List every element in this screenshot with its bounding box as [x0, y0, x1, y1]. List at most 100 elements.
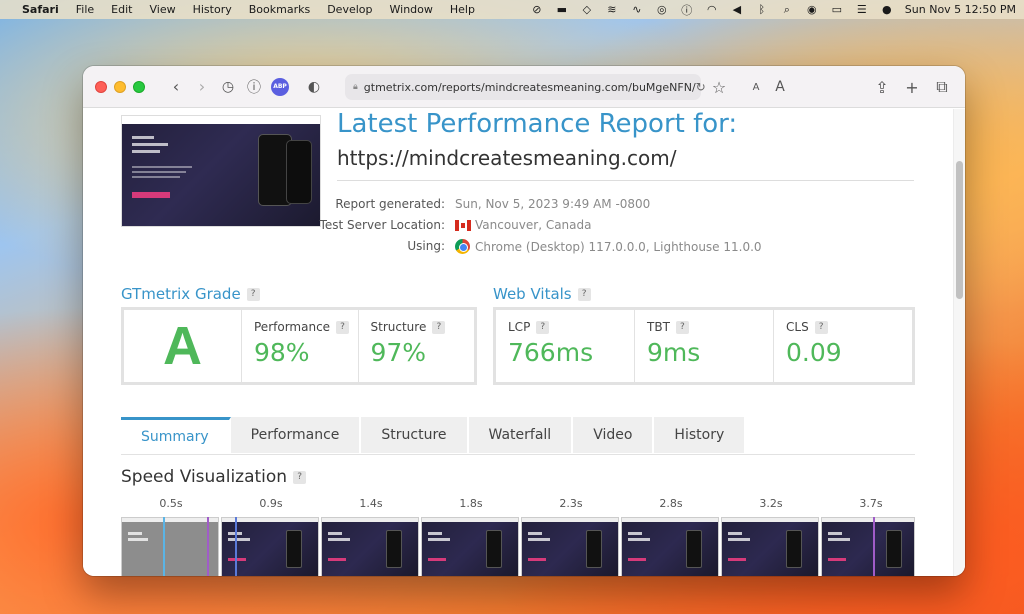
forward-icon[interactable]: › [189, 74, 215, 100]
web-vitals-panel: LCP? 766ms TBT? 9ms CLS? 0.09 [493, 307, 915, 385]
tab-overview-icon[interactable]: ⧉ [929, 74, 955, 100]
increase-font-button[interactable]: A [767, 74, 793, 100]
bookmark-star-icon[interactable]: ☆ [706, 74, 732, 100]
tab-history[interactable]: History [654, 417, 747, 453]
share-icon[interactable]: ⇪ [869, 74, 895, 100]
page-content[interactable]: Latest Performance Report for: https://m… [83, 109, 965, 576]
tab-waterfall[interactable]: Waterfall [468, 417, 574, 453]
menu-clock[interactable]: Sun Nov 5 12:50 PM [905, 3, 1016, 16]
tab-performance[interactable]: Performance [230, 417, 362, 453]
filmstrip-frame[interactable] [421, 517, 519, 576]
volume-icon[interactable]: ◀ [730, 3, 744, 16]
gtmetrix-grade-panel: A Performance? 98% Structure? 97% [121, 307, 477, 385]
web-vitals-title: Web Vitals [493, 285, 572, 303]
timeline-tick: 3.7s [859, 497, 883, 510]
timeline-tick: 1.8s [459, 497, 483, 510]
help-icon[interactable]: ? [577, 287, 591, 301]
privacy-shield-icon[interactable]: ◐ [301, 74, 327, 100]
help-icon[interactable]: ? [336, 320, 350, 334]
address-bar[interactable]: 🔒︎ gtmetrix.com/reports/mindcreatesmeani… [345, 74, 706, 100]
timeline-tick: 2.3s [559, 497, 583, 510]
menu-history[interactable]: History [193, 3, 232, 16]
filmstrip-frame[interactable] [821, 517, 915, 576]
history-clock-icon[interactable]: ◷ [215, 74, 241, 100]
user-icon[interactable]: ◉ [805, 3, 819, 16]
menu-bar: Safari File Edit View History Bookmarks … [0, 0, 1024, 19]
spotlight-search-icon[interactable]: ⌕ [780, 3, 794, 17]
performance-value: 98% [254, 338, 310, 367]
help-icon[interactable]: ? [675, 320, 689, 334]
report-generated-label: Report generated: [335, 197, 445, 211]
help-icon[interactable]: ? [246, 287, 260, 301]
adblock-extension-button[interactable]: ABP [267, 74, 293, 100]
cls-value: 0.09 [786, 338, 842, 367]
grade-letter: A [124, 310, 242, 382]
adblock-icon: ABP [271, 77, 289, 96]
scrollbar-thumb[interactable] [956, 161, 963, 299]
new-tab-icon[interactable]: + [899, 74, 925, 100]
gesture-status-icon[interactable]: ∿ [630, 3, 644, 16]
menu-file[interactable]: File [76, 3, 94, 16]
divider [337, 180, 914, 181]
bluetooth-icon[interactable]: ᛒ [755, 3, 769, 16]
decrease-font-button[interactable]: A [743, 74, 769, 100]
control-center-icon[interactable]: ☰ [855, 3, 869, 16]
window-controls [95, 80, 145, 93]
filmstrip-frame[interactable] [321, 517, 419, 576]
toolbar-right-actions: ⇪ + ⧉ [869, 74, 955, 100]
help-icon[interactable]: ? [293, 470, 307, 484]
menu-edit[interactable]: Edit [111, 3, 132, 16]
tab-video[interactable]: Video [573, 417, 655, 453]
structure-label: Structure [370, 320, 427, 334]
menu-view[interactable]: View [149, 3, 175, 16]
canada-flag-icon [455, 219, 471, 231]
tab-structure[interactable]: Structure [361, 417, 469, 453]
web-vitals-heading: Web Vitals ? [493, 285, 591, 303]
menu-window[interactable]: Window [390, 3, 433, 16]
diamond-status-icon[interactable]: ◇ [580, 3, 594, 16]
menu-bookmarks[interactable]: Bookmarks [249, 3, 310, 16]
report-url[interactable]: https://mindcreatesmeaning.com/ [337, 146, 676, 170]
filmstrip-frame[interactable] [121, 517, 219, 576]
using-label: Using: [407, 239, 445, 253]
cls-label: CLS [786, 320, 809, 334]
address-url: gtmetrix.com/reports/mindcreatesmeaning.… [363, 80, 696, 94]
help-icon[interactable]: ? [814, 320, 828, 334]
speed-timeline: 0.5s 0.9s 1.4s 1.8s 2.3s 2.8s 3.2s 3.7s [121, 497, 915, 576]
fully-loaded-marker [873, 517, 875, 576]
site-screenshot-thumbnail [121, 115, 321, 227]
minimize-window-button[interactable] [114, 80, 126, 93]
wifi-icon[interactable]: ◠ [705, 3, 719, 16]
battery-icon[interactable]: ▭ [830, 3, 844, 16]
speed-visualization-title: Speed Visualization [121, 467, 288, 487]
using-value: Chrome (Desktop) 117.0.0.0, Lighthouse 1… [475, 239, 762, 254]
filmstrip-frame[interactable] [621, 517, 719, 576]
info-status-icon[interactable]: ⓘ [680, 2, 694, 18]
server-location-value: Vancouver, Canada [475, 218, 592, 232]
menu-help[interactable]: Help [450, 3, 475, 16]
airdrop-status-icon[interactable]: ◎ [655, 3, 669, 16]
lcp-label: LCP [508, 320, 531, 334]
display-status-icon[interactable]: ▬ [555, 3, 569, 16]
layers-status-icon[interactable]: ≋ [605, 3, 619, 16]
chrome-icon [455, 239, 470, 254]
tbt-value: 9ms [647, 338, 701, 367]
first-paint-marker [163, 517, 165, 576]
zoom-window-button[interactable] [133, 80, 145, 93]
back-icon[interactable]: ‹ [163, 74, 189, 100]
page-title: Latest Performance Report for: [337, 109, 738, 139]
timeline-tick: 3.2s [759, 497, 783, 510]
page-info-icon[interactable]: ⓘ [241, 74, 267, 100]
reload-icon[interactable]: ↻ [696, 80, 706, 94]
help-icon[interactable]: ? [536, 320, 550, 334]
close-window-button[interactable] [95, 80, 107, 93]
tab-summary[interactable]: Summary [121, 417, 231, 453]
filmstrip-frame[interactable] [721, 517, 819, 576]
menu-develop[interactable]: Develop [327, 3, 372, 16]
dom-loaded-marker [235, 517, 237, 576]
siri-icon[interactable]: ● [880, 3, 894, 16]
filmstrip-frame[interactable] [521, 517, 619, 576]
help-icon[interactable]: ? [432, 320, 446, 334]
menu-safari[interactable]: Safari [22, 3, 59, 16]
sync-status-icon[interactable]: ⊘ [530, 3, 544, 16]
